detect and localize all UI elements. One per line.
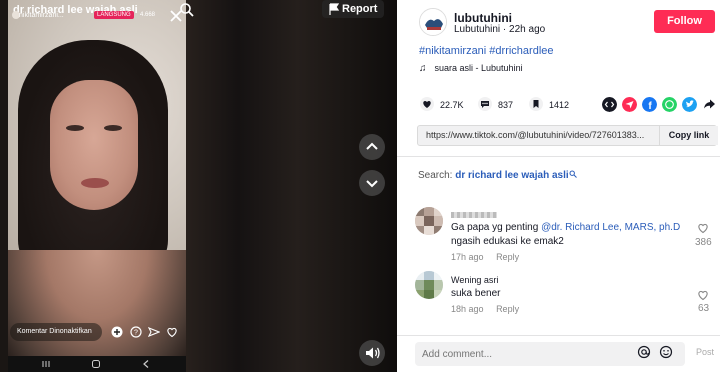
divider bbox=[397, 156, 720, 157]
author-subtitle: Lubutuhini · 22h ago bbox=[454, 24, 546, 35]
live-comment-bar: Komentar Dinonaktifkan bbox=[10, 323, 102, 341]
like-heart-icon[interactable] bbox=[420, 97, 434, 111]
whatsapp-icon[interactable] bbox=[662, 97, 677, 112]
comment-mention[interactable]: @dr. Richard Lee, MARS, ph.D bbox=[541, 222, 680, 233]
author-name[interactable]: lubutuhini bbox=[454, 11, 512, 25]
next-video-button[interactable] bbox=[359, 170, 385, 196]
heart-icon bbox=[167, 327, 177, 338]
comment-text-start: Ga papa yg penting bbox=[451, 222, 542, 233]
related-search[interactable]: Search: dr richard lee wajah asli bbox=[418, 170, 577, 181]
video-person-eye bbox=[66, 125, 84, 131]
music-row[interactable]: ♫ suara asli - Lubutuhini bbox=[419, 63, 523, 74]
comment-avatar[interactable] bbox=[415, 271, 443, 299]
live-badge: LANGSUNG bbox=[94, 11, 134, 19]
live-username: nikitamirzani... bbox=[19, 12, 64, 19]
comment-avatar[interactable] bbox=[415, 207, 443, 235]
video-person-face bbox=[50, 80, 138, 210]
volume-button[interactable] bbox=[359, 340, 385, 366]
send-icon bbox=[148, 327, 160, 337]
twitter-icon[interactable] bbox=[682, 97, 697, 112]
chevron-down-icon bbox=[366, 180, 378, 188]
search-icon bbox=[569, 170, 577, 178]
search-term[interactable]: dr richard lee wajah asli bbox=[455, 170, 568, 181]
embed-icon[interactable] bbox=[602, 97, 617, 112]
video-person-mouth bbox=[81, 178, 109, 188]
add-icon bbox=[111, 326, 123, 338]
reply-button[interactable]: Reply bbox=[496, 304, 519, 314]
back-icon bbox=[143, 360, 149, 368]
chevron-up-icon bbox=[366, 142, 378, 150]
report-button[interactable]: Report bbox=[322, 0, 384, 18]
post-hashtags[interactable]: #nikitamirzani #drrichardlee bbox=[419, 45, 554, 57]
live-overlay-header: dr richard lee wajah asli nikitamirzani.… bbox=[8, 0, 194, 30]
share-arrow-icon[interactable] bbox=[702, 97, 717, 112]
bookmark-icon[interactable] bbox=[529, 97, 543, 111]
emoji-icon[interactable] bbox=[659, 345, 673, 359]
video-person-eye bbox=[104, 125, 122, 131]
avatar-logo-icon bbox=[420, 9, 446, 35]
question-icon: ? bbox=[130, 326, 142, 338]
comment-text-end: ngasih edukasi ke emak2 bbox=[451, 236, 564, 247]
music-title: suara asli - Lubutuhini bbox=[434, 63, 523, 73]
like-count: 22.7K bbox=[440, 100, 464, 110]
video-person-shoulder bbox=[8, 250, 186, 372]
copy-link-button[interactable]: Copy link bbox=[659, 126, 718, 145]
blurred-name bbox=[451, 211, 497, 218]
heart-outline-icon[interactable] bbox=[697, 289, 709, 301]
comment-like-count: 386 bbox=[695, 237, 712, 248]
comment-author[interactable] bbox=[451, 209, 497, 219]
save-count: 1412 bbox=[549, 100, 570, 110]
comment-text: suka bener bbox=[451, 288, 501, 299]
report-label: Report bbox=[342, 3, 378, 15]
phone-navigation-bar bbox=[8, 356, 186, 372]
comment-like-count: 63 bbox=[698, 303, 710, 314]
follow-button[interactable]: Follow bbox=[654, 10, 715, 33]
comment-author[interactable]: Wening asri bbox=[451, 275, 498, 285]
mention-at-icon[interactable] bbox=[637, 345, 651, 359]
author-avatar[interactable] bbox=[419, 8, 447, 36]
facebook-icon[interactable]: f bbox=[642, 97, 657, 112]
svg-text:?: ? bbox=[134, 330, 138, 337]
post-button[interactable]: Post bbox=[696, 347, 714, 357]
reply-button[interactable]: Reply bbox=[496, 252, 519, 262]
video-player[interactable]: dr richard lee wajah asli nikitamirzani.… bbox=[0, 0, 397, 372]
volume-icon bbox=[366, 347, 380, 359]
link-bar: https://www.tiktok.com/@lubutuhini/video… bbox=[417, 125, 718, 146]
comment-bubble-icon[interactable] bbox=[478, 97, 492, 111]
comment-meta: 18h ago Reply bbox=[451, 304, 519, 314]
home-icon bbox=[92, 360, 100, 368]
comment-time: 18h ago bbox=[451, 304, 484, 314]
search-icon bbox=[180, 3, 194, 17]
comment-meta: 17h ago Reply bbox=[451, 252, 519, 262]
heart-outline-icon[interactable] bbox=[697, 222, 709, 234]
pixelated-avatar bbox=[415, 271, 443, 299]
search-prefix: Search: bbox=[418, 170, 453, 181]
recent-apps-icon bbox=[42, 361, 50, 367]
flag-icon bbox=[329, 3, 339, 15]
details-panel: lubutuhini Lubutuhini · 22h ago Follow #… bbox=[397, 0, 720, 372]
video-url: https://www.tiktok.com/@lubutuhini/video… bbox=[426, 130, 645, 140]
viewer-count: 4.668 bbox=[140, 12, 156, 18]
comment-time: 17h ago bbox=[451, 252, 484, 262]
pixelated-avatar bbox=[415, 207, 443, 235]
video-frame bbox=[8, 0, 186, 372]
comment-count: 837 bbox=[498, 100, 514, 110]
comment-text: Ga papa yg penting @dr. Richard Lee, MAR… bbox=[451, 221, 691, 249]
send-icon[interactable] bbox=[622, 97, 637, 112]
video-blur-background bbox=[0, 0, 8, 372]
music-note-icon: ♫ bbox=[419, 63, 427, 74]
previous-video-button[interactable] bbox=[359, 134, 385, 160]
add-comment-bar: Post bbox=[397, 335, 720, 372]
